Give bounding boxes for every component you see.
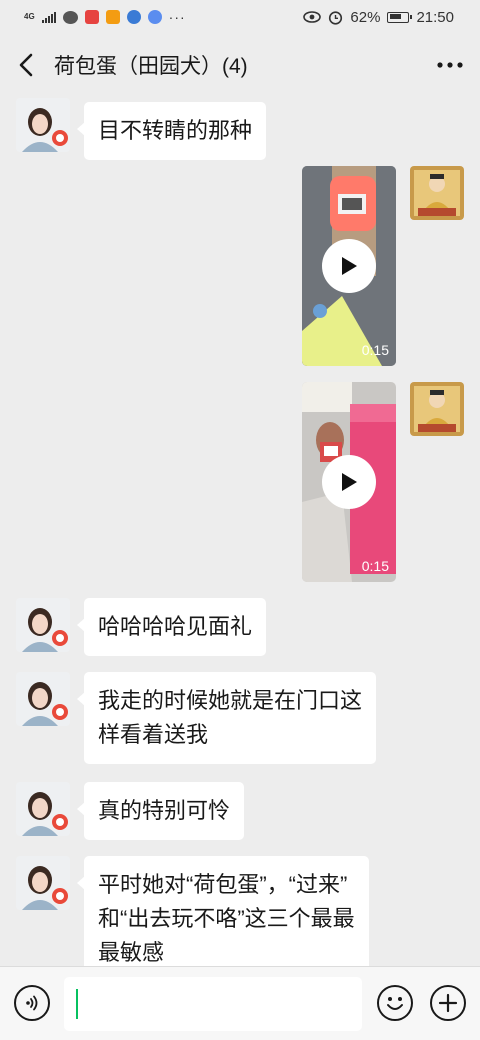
user-avatar-icon <box>16 98 70 152</box>
wechat-app-icon <box>62 10 78 24</box>
avatar[interactable] <box>16 98 70 152</box>
user-avatar-icon <box>16 598 70 652</box>
emoji-button[interactable] <box>377 985 413 1021</box>
emoji-icon <box>387 997 403 1010</box>
alarm-icon <box>329 10 343 25</box>
voice-button[interactable] <box>14 985 50 1021</box>
video-message[interactable]: 0:15 <box>302 382 396 582</box>
input-bar <box>0 966 480 1040</box>
avatar[interactable] <box>16 856 70 910</box>
avatar[interactable] <box>410 382 464 436</box>
user-avatar-icon <box>16 782 70 836</box>
user-avatar-icon <box>410 382 464 436</box>
video-message[interactable]: 0:15 <box>302 166 396 366</box>
avatar[interactable] <box>410 166 464 220</box>
status-bar: 4G ··· 62% 21:50 <box>0 0 480 34</box>
avatar[interactable] <box>16 598 70 652</box>
back-button[interactable] <box>0 34 52 96</box>
clock-time: 21:50 <box>416 8 454 26</box>
play-icon <box>342 473 357 491</box>
play-button[interactable] <box>322 239 376 293</box>
back-arrow-icon <box>19 53 33 77</box>
message-text-line: 平时她对“荷包蛋”，“过来” <box>98 872 348 897</box>
more-notifications-icon: ··· <box>168 9 186 25</box>
message-text: 哈哈哈哈见面礼 <box>98 614 253 639</box>
text-cursor <box>76 989 78 1019</box>
avatar[interactable] <box>16 672 70 726</box>
battery-percent: 62% <box>350 8 381 26</box>
play-button[interactable] <box>322 455 376 509</box>
weibo-app-icon <box>84 10 99 24</box>
chat-title: 荷包蛋（田园犬）(4) <box>54 55 248 78</box>
video-app-icon <box>105 10 120 24</box>
music-app-icon <box>147 10 162 24</box>
eye-icon <box>303 11 322 23</box>
more-dots-icon <box>437 62 463 68</box>
message-input[interactable] <box>64 977 362 1031</box>
message-bubble[interactable]: 平时她对“荷包蛋”，“过来” 和“出去玩不咯”这三个最最 最敏感 <box>77 856 369 966</box>
browser-app-icon <box>126 10 141 24</box>
battery-icon <box>387 11 413 23</box>
signal-icon <box>41 11 56 23</box>
user-avatar-icon <box>16 856 70 910</box>
message-bubble[interactable]: 哈哈哈哈见面礼 <box>76 598 267 656</box>
play-icon <box>342 257 357 275</box>
status-left: 4G ··· <box>24 9 186 25</box>
chat-header: 荷包蛋（田园犬）(4) <box>0 34 480 96</box>
message-text: 真的特别可怜 <box>98 798 231 823</box>
message-text: 目不转睛的那种 <box>98 118 253 143</box>
status-right: 62% 21:50 <box>303 9 454 26</box>
more-options-button[interactable] <box>420 34 480 96</box>
chat-messages[interactable]: 目不转睛的那种 0:15 0:15 哈哈哈哈见面礼 我走的时候她就是在门口这 样… <box>0 96 480 966</box>
plus-icon <box>438 993 458 1013</box>
avatar[interactable] <box>16 782 70 836</box>
video-duration: 0:15 <box>361 342 389 358</box>
user-avatar-icon <box>410 166 464 220</box>
message-text-line: 样看着送我 <box>98 722 209 747</box>
more-functions-button[interactable] <box>430 985 466 1021</box>
message-bubble[interactable]: 我走的时候她就是在门口这 样看着送我 <box>76 672 377 764</box>
video-duration: 0:15 <box>361 558 389 574</box>
message-text-line: 最敏感 <box>98 940 165 965</box>
message-text-line: 和“出去玩不咯”这三个最最 <box>98 906 355 931</box>
message-text-line: 我走的时候她就是在门口这 <box>98 688 363 713</box>
message-bubble[interactable]: 真的特别可怜 <box>76 782 245 840</box>
user-avatar-icon <box>16 672 70 726</box>
voice-icon <box>26 995 38 1011</box>
message-bubble[interactable]: 目不转睛的那种 <box>76 102 267 160</box>
network-type: 4G <box>24 12 35 21</box>
